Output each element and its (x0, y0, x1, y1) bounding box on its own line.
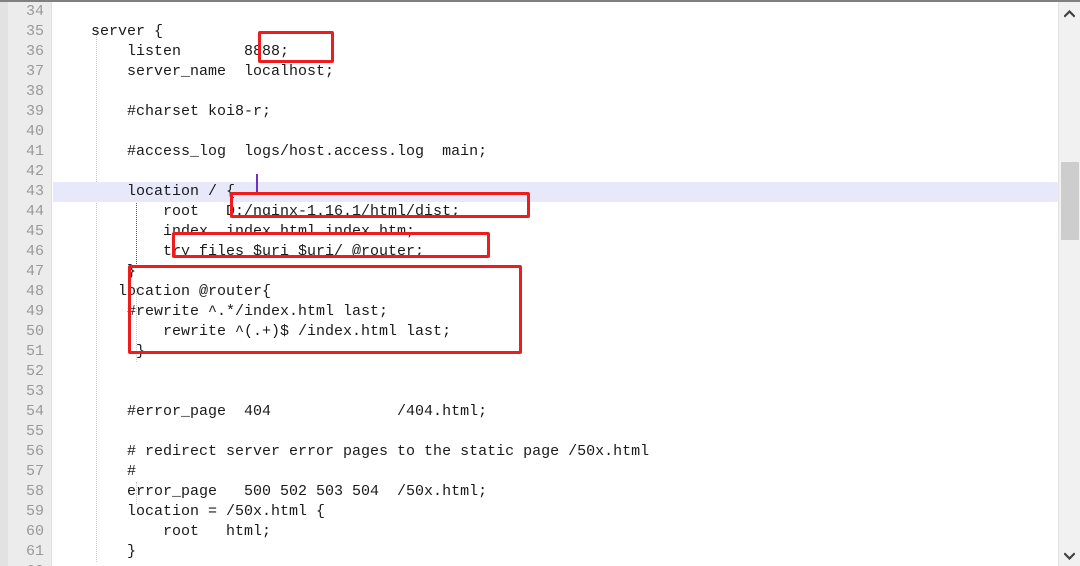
code-line[interactable]: 41 #access_log logs/host.access.log main… (0, 142, 1058, 162)
line-text: # (55, 463, 137, 480)
line-number: 40 (25, 123, 44, 140)
line-number: 59 (25, 503, 44, 520)
line-number: 45 (25, 223, 44, 240)
line-text: #access_log logs/host.access.log main; (55, 143, 488, 160)
code-line[interactable]: 39 #charset koi8-r; (0, 102, 1058, 122)
line-number: 35 (25, 23, 44, 40)
code-line[interactable]: 46 try_files $uri $uri/ @router; (0, 242, 1058, 262)
line-text: } (55, 263, 137, 280)
line-number: 51 (25, 343, 44, 360)
scroll-up-arrow-icon[interactable] (1059, 4, 1080, 24)
line-number: 36 (25, 43, 44, 60)
code-line[interactable]: 62 (0, 562, 1058, 566)
line-number: 37 (25, 63, 44, 80)
scrollbar-thumb[interactable] (1061, 162, 1079, 240)
code-line[interactable]: 37 server_name localhost; (0, 62, 1058, 82)
line-text: location = /50x.html { (55, 503, 326, 520)
code-line[interactable]: 61 } (0, 542, 1058, 562)
code-line[interactable]: 60 root html; (0, 522, 1058, 542)
line-number: 38 (25, 83, 44, 100)
line-text: try_files $uri $uri/ @router; (55, 243, 425, 260)
line-text: rewrite ^(.+)$ /index.html last; (55, 323, 452, 340)
line-number: 47 (25, 263, 44, 280)
line-text: root html; (55, 523, 272, 540)
code-line[interactable]: 50 rewrite ^(.+)$ /index.html last; (0, 322, 1058, 342)
code-line[interactable]: 59 location = /50x.html { (0, 502, 1058, 522)
scroll-down-arrow-icon[interactable] (1059, 546, 1080, 566)
line-number: 62 (0, 562, 44, 566)
line-number: 50 (25, 323, 44, 340)
line-text: location / { (53, 182, 236, 202)
line-number: 43 (25, 183, 44, 200)
code-line[interactable]: 51 } (0, 342, 1058, 362)
line-text: #charset koi8-r; (55, 103, 272, 120)
line-number: 42 (25, 163, 44, 180)
line-text: index index.html index.htm; (55, 223, 416, 240)
code-line[interactable]: 56 # redirect server error pages to the … (0, 442, 1058, 462)
line-number: 39 (25, 103, 44, 120)
line-number: 55 (25, 423, 44, 440)
code-line[interactable]: 49 #rewrite ^.*/index.html last; (0, 302, 1058, 322)
line-text: location @router{ (55, 283, 272, 300)
code-line[interactable]: 40 (0, 122, 1058, 142)
line-number: 41 (25, 143, 44, 160)
line-number: 56 (25, 443, 44, 460)
line-number: 53 (25, 383, 44, 400)
code-line[interactable]: 35 server { (0, 22, 1058, 42)
line-number: 54 (25, 403, 44, 420)
text-cursor (256, 174, 258, 192)
code-line[interactable]: 38 (0, 82, 1058, 102)
line-text: server_name localhost; (55, 63, 335, 80)
line-number: 52 (25, 363, 44, 380)
line-text: #error_page 404 /404.html; (55, 403, 488, 420)
line-text: error_page 500 502 503 504 /50x.html; (55, 483, 488, 500)
line-text: listen 8888; (55, 43, 290, 60)
code-line[interactable]: 53 (0, 382, 1058, 402)
code-line[interactable]: 47 } (0, 262, 1058, 282)
code-line[interactable]: 36 listen 8888; (0, 42, 1058, 62)
code-line[interactable]: 42 (0, 162, 1058, 182)
code-line[interactable]: 57 # (0, 462, 1058, 482)
line-text: server { (55, 23, 164, 40)
line-number: 49 (25, 303, 44, 320)
line-number: 61 (25, 543, 44, 560)
line-text: # redirect server error pages to the sta… (55, 443, 650, 460)
code-line[interactable]: 58 error_page 500 502 503 504 /50x.html; (0, 482, 1058, 502)
code-line[interactable]: 52 (0, 362, 1058, 382)
line-number: 34 (25, 3, 44, 20)
code-line[interactable]: 44 root D:/nginx-1.16.1/html/dist; (0, 202, 1058, 222)
code-line[interactable]: 45 index index.html index.htm; (0, 222, 1058, 242)
line-number: 48 (25, 283, 44, 300)
code-editor[interactable]: 34 35 server { 36 listen 8888; 37 server… (0, 0, 1080, 566)
code-line[interactable]: 55 (0, 422, 1058, 442)
code-line[interactable]: 54 #error_page 404 /404.html; (0, 402, 1058, 422)
line-number: 46 (25, 243, 44, 260)
line-text: } (55, 543, 137, 560)
line-text: root D:/nginx-1.16.1/html/dist; (55, 203, 461, 220)
code-content-area[interactable]: 34 35 server { 36 listen 8888; 37 server… (0, 2, 1058, 566)
line-number: 44 (25, 203, 44, 220)
line-number: 60 (25, 523, 44, 540)
line-text: } (55, 343, 146, 360)
vertical-scrollbar[interactable] (1058, 2, 1080, 566)
line-text: #rewrite ^.*/index.html last; (55, 303, 389, 320)
code-line-current[interactable]: 43 location / { (0, 182, 1058, 202)
line-number: 58 (25, 483, 44, 500)
line-number: 57 (25, 463, 44, 480)
code-line[interactable]: 34 (0, 2, 1058, 22)
code-line[interactable]: 48 location @router{ (0, 282, 1058, 302)
